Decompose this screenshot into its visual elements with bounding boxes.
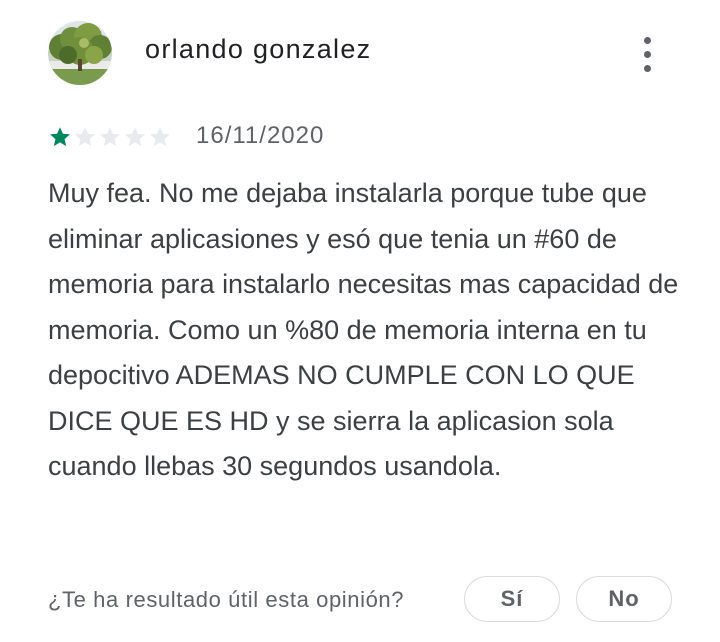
helpful-yes-button[interactable]: Sí — [464, 576, 560, 622]
star-empty-icon — [75, 127, 95, 147]
more-vert-icon-dot — [644, 65, 651, 72]
star-rating — [48, 125, 172, 149]
more-vert-icon-dot — [644, 51, 651, 58]
more-options-button[interactable] — [628, 28, 668, 80]
star-empty-icon — [125, 127, 145, 147]
review-text: Muy fea. No me dejaba instalarla porque … — [48, 178, 679, 481]
avatar — [48, 21, 112, 85]
review-card: orlando gonzalez 16/11/2020 Muy fea. No … — [0, 0, 720, 642]
review-date: 16/11/2020 — [196, 122, 325, 149]
helpful-feedback: ¿Te ha resultado útil esta opinión? Sí N… — [48, 576, 678, 624]
author-name: orlando gonzalez — [145, 34, 372, 64]
helpful-no-button[interactable]: No — [576, 576, 672, 622]
star-filled-icon — [50, 127, 70, 147]
more-vert-icon — [644, 37, 651, 44]
helpful-question: ¿Te ha resultado útil esta opinión? — [48, 587, 405, 612]
star-empty-icon — [100, 127, 120, 147]
star-empty-icon — [150, 127, 170, 147]
tree-photo-avatar-icon — [48, 21, 112, 85]
